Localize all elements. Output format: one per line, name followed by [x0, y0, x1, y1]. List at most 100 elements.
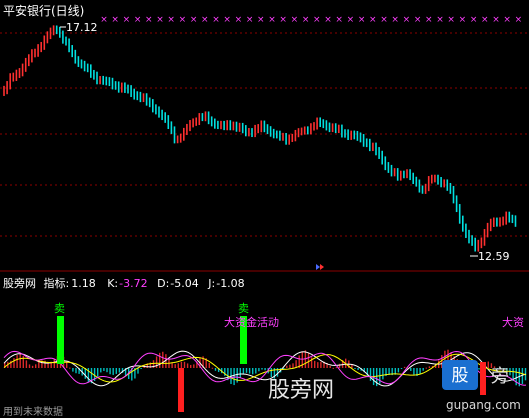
chart-title: 平安银行(日线)	[3, 4, 85, 18]
histogram-bar	[419, 368, 421, 375]
histogram-bar	[354, 368, 356, 369]
indicator-name: 股旁网	[3, 277, 36, 290]
histogram-bar	[314, 360, 316, 368]
footer-note: 用到未来数据	[3, 407, 63, 418]
histogram-bar	[317, 362, 319, 368]
top-markers: × × × × × × × × × × × × × × × × × × × × × × × × × × × × × × × × × × × × × ×	[100, 15, 522, 25]
high-price-label: 17.12	[66, 21, 98, 34]
x-marker: ×	[481, 15, 489, 25]
histogram-bar	[211, 367, 214, 369]
grid-lines	[0, 32, 529, 237]
x-marker: ×	[223, 15, 231, 25]
histogram-bar	[413, 368, 415, 375]
metric-label: 指标:	[43, 277, 70, 290]
histogram-bar	[109, 368, 111, 375]
x-marker: ×	[190, 15, 198, 25]
x-marker: ×	[111, 15, 119, 25]
x-marker: ×	[179, 15, 187, 25]
histogram-bar	[338, 363, 341, 368]
indicator-header: 股旁网 指标: 1.18 K:-3.72 D:-5.04 J:-1.08	[3, 275, 249, 291]
x-marker: ×	[302, 15, 310, 25]
histogram-bar	[72, 368, 74, 372]
histogram-bar	[292, 363, 294, 368]
x-marker: ×	[414, 15, 422, 25]
k-label: K:	[107, 277, 119, 290]
x-marker: ×	[313, 15, 321, 25]
histogram-bar	[171, 362, 173, 368]
x-marker: ×	[145, 15, 153, 25]
x-marker: ×	[201, 15, 209, 25]
histogram-bar	[410, 368, 412, 371]
histogram-bar	[233, 368, 235, 386]
histogram-bar	[382, 368, 384, 380]
x-marker: ×	[347, 15, 355, 25]
x-marker: ×	[257, 15, 265, 25]
histogram-bar	[118, 368, 121, 373]
svg-text:旁: 旁	[491, 366, 509, 387]
histogram-bar	[35, 364, 37, 368]
histogram-bar	[180, 361, 183, 368]
histogram-bar	[239, 368, 241, 379]
histogram-bar	[403, 366, 406, 368]
histogram-bar	[38, 361, 40, 368]
x-marker: ×	[324, 15, 332, 25]
x-marker: ×	[358, 15, 366, 25]
histogram-bar	[100, 368, 102, 373]
x-marker: ×	[459, 15, 467, 25]
x-marker: ×	[268, 15, 276, 25]
histogram-bar	[422, 368, 424, 371]
histogram-bar	[335, 367, 338, 369]
sell-signal-label-1: 卖	[54, 302, 65, 315]
x-marker: ×	[246, 15, 254, 25]
x-marker: ×	[436, 15, 444, 25]
x-marker: ×	[391, 15, 399, 25]
histogram-bar	[75, 368, 77, 374]
histogram-bar	[66, 361, 68, 368]
x-marker: ×	[235, 15, 243, 25]
money-activity-label-1: 大资金活动	[224, 316, 279, 329]
x-marker: ×	[123, 15, 131, 25]
histogram-bar	[261, 368, 263, 370]
x-marker: ×	[503, 15, 511, 25]
x-marker: ×	[212, 15, 220, 25]
x-marker: ×	[291, 15, 299, 25]
histogram-bar	[112, 368, 114, 375]
histogram-bar	[307, 352, 310, 368]
histogram-bar	[28, 364, 31, 368]
d-label: D:	[157, 277, 170, 290]
histogram-bar	[190, 364, 192, 368]
histogram-bar	[428, 366, 431, 368]
x-marker: ×	[403, 15, 411, 25]
histogram-bar	[258, 368, 260, 372]
double-chevron-right-icon[interactable]	[316, 264, 324, 270]
x-marker: ×	[447, 15, 455, 25]
watermark-text: 股旁网	[268, 378, 335, 403]
x-marker: ×	[470, 15, 478, 25]
svg-text:股: 股	[452, 366, 469, 386]
x-marker: ×	[335, 15, 343, 25]
histogram-bar	[329, 365, 331, 368]
histogram-bar	[69, 367, 71, 369]
x-marker: ×	[369, 15, 377, 25]
histogram-bar	[159, 352, 161, 368]
histogram-bar	[106, 368, 108, 373]
histogram-bar	[186, 363, 189, 368]
chart-canvas: × × × × × × × × × × × × × × × × × × × × × × × × × × × × × × × × × × × × × ×	[0, 15, 529, 412]
histogram-bar	[208, 362, 210, 368]
x-marker: ×	[380, 15, 388, 25]
histogram-bar	[16, 355, 18, 368]
x-marker: ×	[279, 15, 287, 25]
histogram-bar	[162, 351, 164, 368]
histogram-bar	[310, 357, 313, 368]
x-marker: ×	[515, 15, 523, 25]
histogram-bar	[97, 368, 99, 377]
histogram-bar	[242, 368, 245, 375]
histogram-bar	[25, 360, 28, 368]
histogram-bar	[320, 361, 322, 368]
buy-signal-bar	[178, 368, 184, 412]
histogram-bar	[115, 368, 117, 374]
x-marker: ×	[134, 15, 142, 25]
x-marker: ×	[100, 15, 108, 25]
histogram-bar	[289, 364, 291, 368]
metric-value: 1.18	[71, 277, 96, 290]
